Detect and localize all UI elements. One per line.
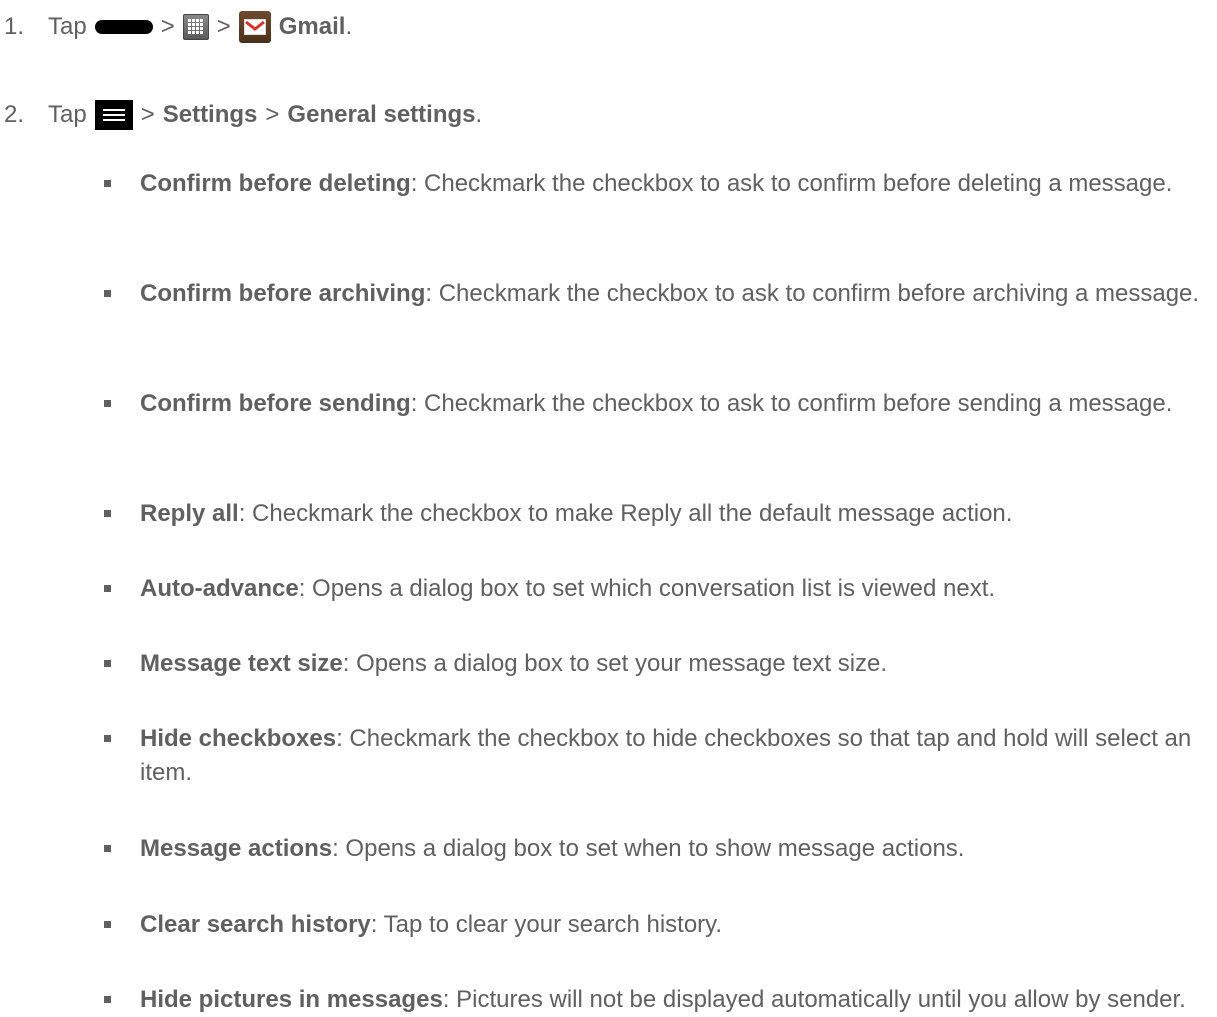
option-name: Clear search history bbox=[140, 911, 371, 938]
bullet-marker bbox=[104, 400, 111, 407]
bullet-marker bbox=[104, 585, 111, 592]
list-item: Clear search history: Tap to clear your … bbox=[104, 908, 722, 942]
option-name: Message text size bbox=[140, 650, 343, 677]
option-description: Confirm before sending: Checkmark the ch… bbox=[140, 387, 1172, 421]
option-name: Confirm before deleting bbox=[140, 170, 411, 197]
bullet-marker bbox=[104, 290, 111, 297]
option-name: Hide pictures in messages bbox=[140, 986, 443, 1013]
list-item: Confirm before sending: Checkmark the ch… bbox=[104, 387, 1172, 421]
gmail-envelope-icon bbox=[238, 11, 271, 43]
home-key-icon bbox=[94, 20, 153, 34]
period: . bbox=[475, 101, 483, 128]
step-text: Tap > Settings > General settings. bbox=[48, 98, 482, 132]
option-desc: : Checkmark the checkbox to ask to confi… bbox=[410, 170, 1173, 197]
option-name: Confirm before sending bbox=[140, 390, 411, 417]
list-item: Reply all: Checkmark the checkbox to mak… bbox=[104, 497, 1012, 531]
option-desc: : Opens a dialog box to set when to show… bbox=[332, 835, 965, 862]
tap-label: Tap bbox=[48, 101, 87, 128]
step-text: Tap > > Gmail . bbox=[48, 10, 352, 44]
option-description: Auto-advance: Opens a dialog box to set … bbox=[140, 572, 995, 606]
option-desc: : Pictures will not be displayed automat… bbox=[442, 986, 1186, 1013]
option-desc: : Opens a dialog box to set which conver… bbox=[298, 575, 996, 602]
period: . bbox=[345, 13, 353, 40]
option-name: Message actions bbox=[140, 835, 333, 862]
gmail-label: Gmail bbox=[278, 13, 346, 40]
option-name: Confirm before archiving bbox=[140, 280, 426, 307]
option-description: Message actions: Opens a dialog box to s… bbox=[140, 832, 964, 866]
bullet-marker bbox=[104, 735, 111, 742]
bullet-marker bbox=[104, 996, 111, 1003]
step-number: 1. bbox=[4, 13, 25, 40]
option-description: Confirm before deleting: Checkmark the c… bbox=[140, 167, 1172, 201]
option-description: Reply all: Checkmark the checkbox to mak… bbox=[140, 497, 1012, 531]
separator: > bbox=[160, 13, 175, 40]
separator: > bbox=[265, 101, 280, 128]
step-1: 1. Tap > > Gmail . bbox=[0, 7, 352, 47]
list-item: Message text size: Opens a dialog box to… bbox=[104, 647, 887, 681]
bullet-marker bbox=[104, 510, 111, 517]
option-desc: : Checkmark the checkbox to ask to confi… bbox=[410, 390, 1173, 417]
bullet-marker bbox=[104, 921, 111, 928]
bullet-marker bbox=[104, 180, 111, 187]
list-item: Confirm before deleting: Checkmark the c… bbox=[104, 167, 1172, 201]
option-name: Auto-advance bbox=[140, 575, 299, 602]
option-description: Clear search history: Tap to clear your … bbox=[140, 908, 722, 942]
option-desc: : Checkmark the checkbox to make Reply a… bbox=[238, 500, 1013, 527]
option-description: Message text size: Opens a dialog box to… bbox=[140, 647, 887, 681]
option-desc: : Checkmark the checkbox to ask to confi… bbox=[425, 280, 1200, 307]
list-item: Auto-advance: Opens a dialog box to set … bbox=[104, 572, 995, 606]
step-number: 2. bbox=[4, 101, 25, 128]
separator: > bbox=[140, 101, 155, 128]
option-name: Hide checkboxes bbox=[140, 725, 337, 752]
separator: > bbox=[216, 13, 231, 40]
instruction-page: 1. Tap > > Gmail . 2. Tap > Settings > G… bbox=[0, 0, 1217, 1013]
list-item: Message actions: Opens a dialog box to s… bbox=[104, 832, 964, 866]
option-description: Hide checkboxes: Checkmark the checkbox … bbox=[140, 722, 1204, 790]
general-settings-label: General settings bbox=[287, 101, 476, 128]
list-item: Hide pictures in messages: Pictures will… bbox=[104, 983, 1186, 1017]
menu-icon bbox=[94, 100, 133, 130]
option-desc: : Tap to clear your search history. bbox=[370, 911, 723, 938]
settings-label: Settings bbox=[162, 101, 258, 128]
bullet-marker bbox=[104, 660, 111, 667]
option-description: Hide pictures in messages: Pictures will… bbox=[140, 983, 1186, 1017]
option-name: Reply all bbox=[140, 500, 239, 527]
option-desc: : Opens a dialog box to set your message… bbox=[342, 650, 888, 677]
option-description: Confirm before archiving: Checkmark the … bbox=[140, 277, 1199, 311]
list-item: Hide checkboxes: Checkmark the checkbox … bbox=[104, 722, 1204, 790]
tap-label: Tap bbox=[48, 13, 87, 40]
list-item: Confirm before archiving: Checkmark the … bbox=[104, 277, 1199, 311]
bullet-marker bbox=[104, 845, 111, 852]
step-2: 2. Tap > Settings > General settings. bbox=[0, 95, 482, 135]
apps-grid-icon bbox=[182, 14, 209, 40]
